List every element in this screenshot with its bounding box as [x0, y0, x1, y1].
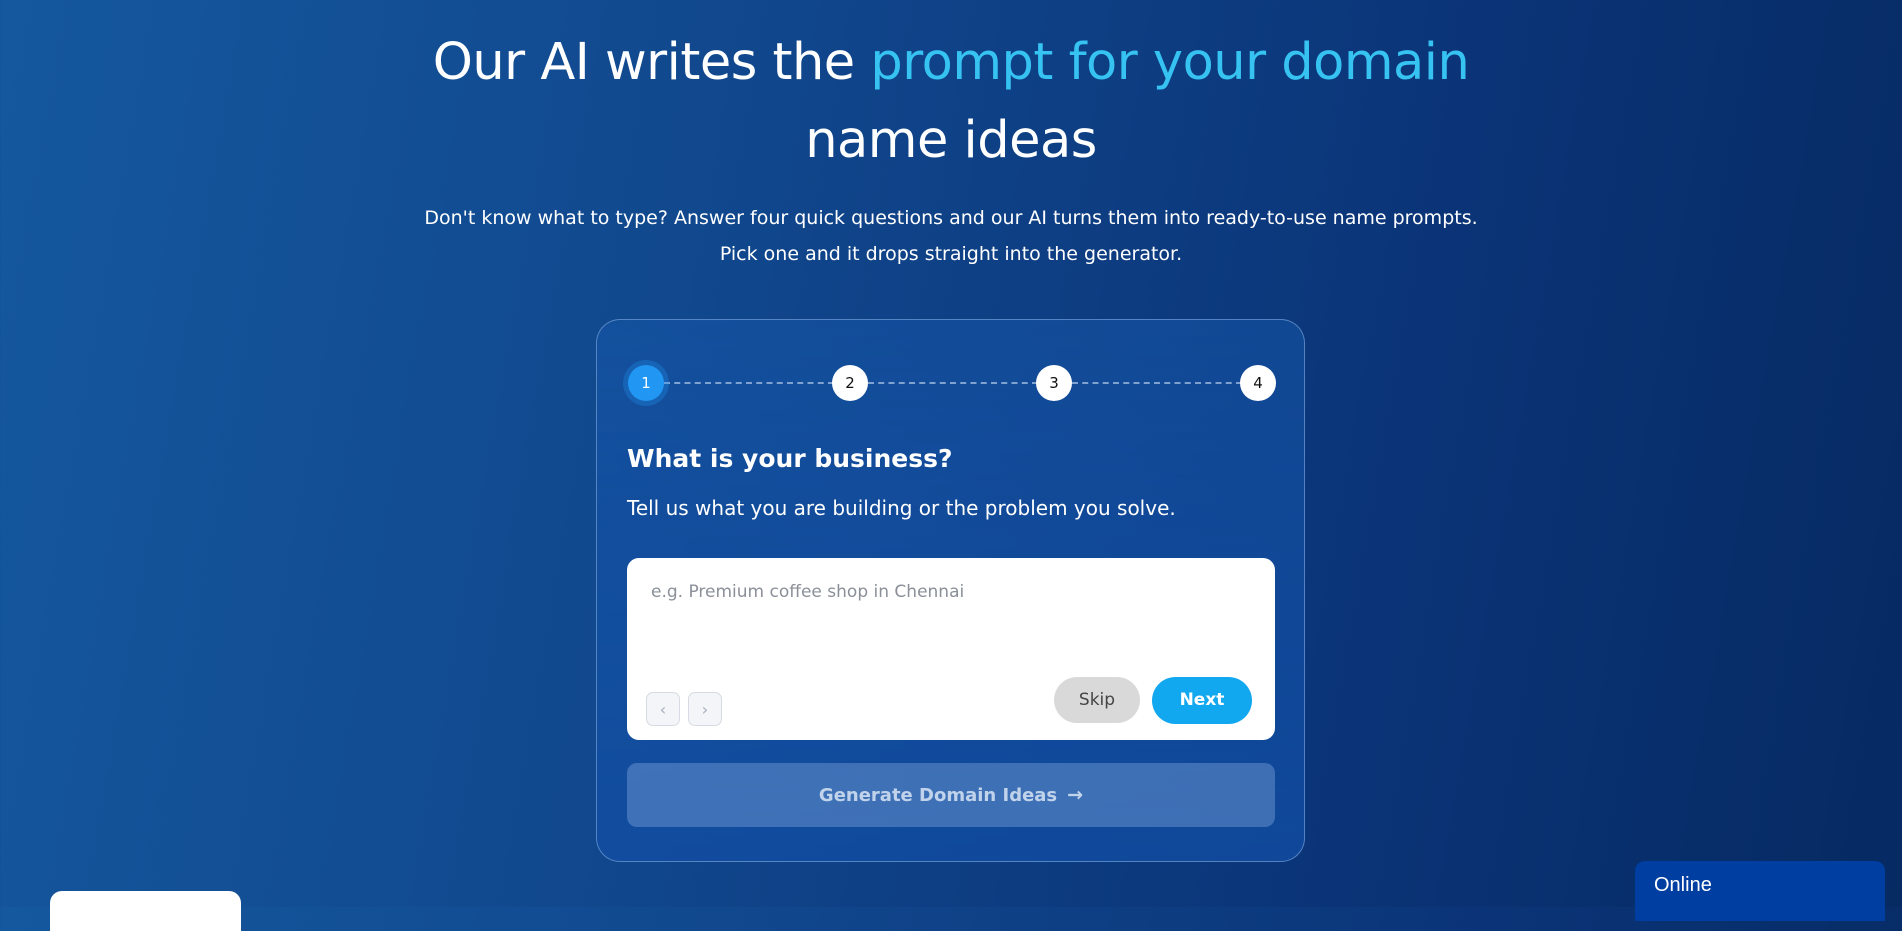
previous-button[interactable]: ‹ — [646, 692, 680, 726]
generate-domain-ideas-button[interactable]: Generate Domain Ideas → — [627, 763, 1275, 827]
forward-button[interactable]: › — [688, 692, 722, 726]
step-3[interactable]: 3 — [1036, 365, 1072, 401]
generate-button-label: Generate Domain Ideas — [818, 785, 1058, 806]
chat-widget[interactable]: Online — [1635, 861, 1885, 921]
step-1[interactable]: 1 — [628, 365, 664, 401]
answer-box: ‹ › Skip Next — [627, 558, 1275, 740]
question-title: What is your business? — [627, 444, 953, 473]
prompt-wizard-card: 1 2 3 4 What is your business? Tell us w… — [596, 319, 1305, 862]
step-connector — [868, 382, 1038, 384]
chevron-left-icon: ‹ — [659, 700, 667, 719]
step-2[interactable]: 2 — [832, 365, 868, 401]
step-connector — [1072, 382, 1242, 384]
question-subtitle: Tell us what you are building or the pro… — [627, 496, 1176, 520]
hero-title-accent: prompt for your domain — [870, 33, 1470, 92]
hero-title-part1: Our AI writes the — [432, 33, 871, 92]
step-4[interactable]: 4 — [1240, 365, 1276, 401]
hero-title-part2: name ideas — [805, 111, 1097, 170]
skip-button[interactable]: Skip — [1054, 677, 1140, 723]
hero-subtitle: Don't know what to type? Answer four qui… — [0, 200, 1902, 272]
stepper: 1 2 3 4 — [628, 365, 1276, 401]
next-button[interactable]: Next — [1152, 677, 1252, 724]
arrow-right-icon: → — [1067, 784, 1084, 806]
hero-title: Our AI writes the prompt for your domain… — [0, 24, 1902, 180]
step-connector — [664, 382, 834, 384]
chat-status-label: Online — [1654, 874, 1712, 896]
business-input[interactable] — [649, 580, 1253, 644]
hero-subtitle-line2: Pick one and it drops straight into the … — [719, 243, 1183, 265]
chevron-right-icon: › — [701, 700, 709, 719]
floating-tab[interactable] — [50, 891, 241, 931]
hero-subtitle-line1: Don't know what to type? Answer four qui… — [424, 207, 1478, 229]
